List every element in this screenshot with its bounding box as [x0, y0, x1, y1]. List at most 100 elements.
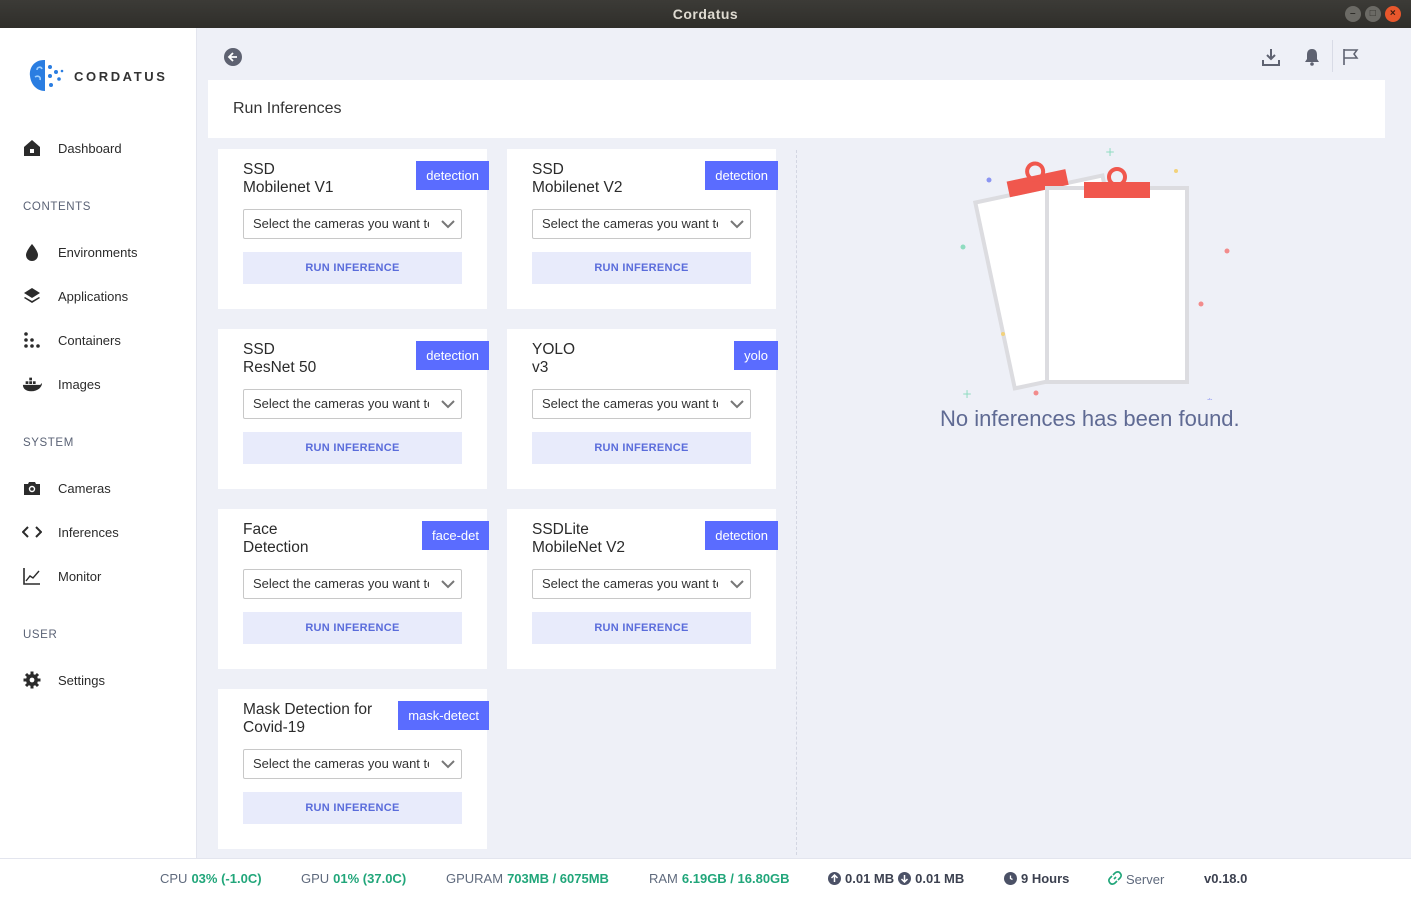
- sidebar-item-label: Inferences: [58, 524, 119, 540]
- chevron-down-icon: [441, 220, 455, 229]
- chevron-down-icon: [441, 580, 455, 589]
- sidebar-item-label: Applications: [58, 288, 129, 304]
- camera-select[interactable]: Select the cameras you want to: [532, 389, 751, 419]
- server-status[interactable]: Server: [1108, 871, 1164, 888]
- back-button[interactable]: [224, 48, 242, 66]
- inference-card: SSD Mobilenet V2 detection Select the cam…: [507, 149, 778, 309]
- sidebar-item-label: Containers: [58, 332, 121, 348]
- line-chart-icon: [22, 566, 42, 586]
- run-inference-button[interactable]: RUN INFERENCE: [532, 432, 751, 464]
- inference-card: YOLO v3 yolo Select the cameras you want …: [507, 329, 778, 489]
- sidebar-item-images[interactable]: Images: [22, 374, 101, 394]
- maximize-button[interactable]: □: [1365, 6, 1381, 22]
- sidebar-item-containers[interactable]: Containers: [22, 330, 121, 350]
- flag-icon: [1343, 49, 1359, 65]
- svg-text:+: +: [962, 387, 972, 400]
- code-brackets-icon: [22, 522, 42, 542]
- empty-clipboard-illustration: + + *: [960, 145, 1230, 400]
- run-inference-button[interactable]: RUN INFERENCE: [532, 612, 751, 644]
- uptime-stat: 9 Hours: [1004, 871, 1069, 886]
- sidebar-item-applications[interactable]: Applications: [22, 286, 128, 306]
- bell-icon: [1305, 49, 1319, 66]
- run-inference-button[interactable]: RUN INFERENCE: [243, 432, 462, 464]
- network-stat: 0.01 MB 0.01 MB: [828, 871, 964, 886]
- toolbar-separator: [1332, 40, 1333, 72]
- sidebar-item-label: Environments: [58, 244, 138, 260]
- page-header: Run Inferences: [208, 80, 1385, 138]
- inference-card: Mask Detection for Covid-19 mask-detect S…: [218, 689, 489, 849]
- sidebar-item-settings[interactable]: Settings: [22, 670, 105, 690]
- sidebar: CORDATUS Dashboard CONTENTS Environments…: [0, 28, 197, 858]
- chevron-down-icon: [730, 400, 744, 409]
- sidebar-item-environments[interactable]: Environments: [22, 242, 137, 262]
- flag-button[interactable]: [1341, 47, 1361, 67]
- upload-arrow-icon: [828, 872, 841, 885]
- home-icon: [22, 138, 42, 158]
- close-button[interactable]: ×: [1385, 6, 1401, 22]
- sidebar-item-label: Images: [58, 376, 101, 392]
- brand[interactable]: CORDATUS: [28, 58, 168, 94]
- run-inference-button[interactable]: RUN INFERENCE: [243, 252, 462, 284]
- cpu-stat: CPU 03% (-1.0C): [160, 871, 262, 886]
- sidebar-item-label: Dashboard: [58, 140, 122, 156]
- model-tag: yolo: [734, 341, 778, 370]
- inference-card: SSD Mobilenet V1 detection Select the cam…: [218, 149, 489, 309]
- docker-whale-icon: [22, 374, 42, 394]
- sidebar-item-inferences[interactable]: Inferences: [22, 522, 119, 542]
- cordatus-logo-icon: [28, 58, 66, 94]
- svg-text:*: *: [1207, 396, 1213, 400]
- camera-select[interactable]: Select the cameras you want to: [532, 569, 751, 599]
- status-footer: CPU 03% (-1.0C) GPU 01% (37.0C) GPURAM 703M…: [0, 858, 1411, 898]
- sidebar-item-dashboard[interactable]: Dashboard: [22, 138, 122, 158]
- inference-card: SSD ResNet 50 detection Select the camera…: [218, 329, 489, 489]
- panel-divider: [796, 150, 797, 855]
- empty-state-message: No inferences has been found.: [940, 406, 1240, 431]
- window-titlebar: Cordatus – □ ×: [0, 0, 1411, 28]
- sidebar-item-label: Settings: [58, 672, 105, 688]
- run-inference-button[interactable]: RUN INFERENCE: [243, 612, 462, 644]
- section-contents: CONTENTS: [23, 201, 92, 213]
- download-icon: [1262, 49, 1280, 66]
- chevron-down-icon: [441, 400, 455, 409]
- model-tag: detection: [416, 161, 489, 190]
- camera-select[interactable]: Select the cameras you want to: [243, 209, 462, 239]
- gear-icon: [22, 670, 42, 690]
- drop-icon: [22, 242, 42, 262]
- link-icon: [1108, 871, 1122, 888]
- brand-name: CORDATUS: [74, 68, 168, 84]
- camera-select[interactable]: Select the cameras you want to: [243, 389, 462, 419]
- sidebar-item-label: Cameras: [58, 480, 111, 496]
- camera-select[interactable]: Select the cameras you want to: [532, 209, 751, 239]
- model-tag: detection: [705, 161, 778, 190]
- card-title: SSD Mobilenet V1: [243, 161, 334, 196]
- card-title: Face Detection: [243, 521, 309, 556]
- gpuram-stat: GPURAM 703MB / 6075MB: [446, 871, 609, 886]
- card-title: SSDLite MobileNet V2: [532, 521, 626, 556]
- dots-grid-icon: [22, 330, 42, 350]
- camera-select[interactable]: Select the cameras you want to: [243, 569, 462, 599]
- camera-select[interactable]: Select the cameras you want to: [243, 749, 462, 779]
- sidebar-item-label: Monitor: [58, 568, 102, 584]
- notifications-button[interactable]: [1302, 47, 1322, 67]
- sidebar-item-cameras[interactable]: Cameras: [22, 478, 111, 498]
- gpu-stat: GPU 01% (37.0C): [301, 871, 407, 886]
- arrow-left-icon: [227, 52, 237, 62]
- sidebar-item-monitor[interactable]: Monitor: [22, 566, 101, 586]
- download-button[interactable]: [1261, 47, 1281, 67]
- card-title: SSD Mobilenet V2: [532, 161, 623, 196]
- model-tag: detection: [705, 521, 778, 550]
- camera-icon: [22, 478, 42, 498]
- ram-stat: RAM 6.19GB / 16.80GB: [649, 871, 790, 886]
- minimize-button[interactable]: –: [1345, 6, 1361, 22]
- card-title: SSD ResNet 50: [243, 341, 317, 376]
- card-title: Mask Detection for Covid-19: [243, 701, 373, 736]
- svg-text:+: +: [1105, 145, 1115, 159]
- run-inference-button[interactable]: RUN INFERENCE: [243, 792, 462, 824]
- chevron-down-icon: [730, 220, 744, 229]
- model-tag: face-det: [422, 521, 489, 550]
- layers-icon: [22, 286, 42, 306]
- run-inference-button[interactable]: RUN INFERENCE: [532, 252, 751, 284]
- section-system: SYSTEM: [23, 437, 74, 449]
- card-title: YOLO v3: [532, 341, 576, 376]
- chevron-down-icon: [441, 760, 455, 769]
